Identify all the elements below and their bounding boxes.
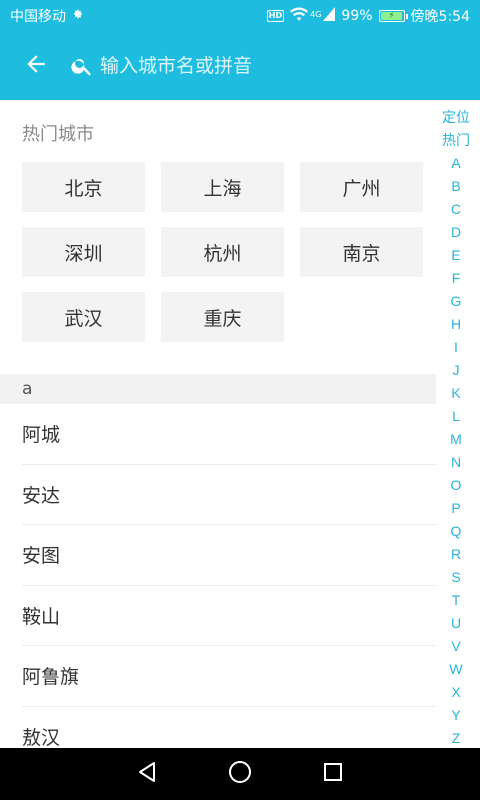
- signal-icon: [323, 7, 336, 25]
- city-list-item[interactable]: 鞍山: [22, 586, 436, 646]
- back-button[interactable]: [22, 52, 50, 80]
- index-item[interactable]: Q: [451, 520, 462, 543]
- section-header: a: [0, 374, 436, 404]
- index-item[interactable]: J: [453, 359, 460, 382]
- hot-city-button[interactable]: 武汉: [22, 292, 145, 342]
- battery-percent: 99%: [341, 8, 373, 24]
- index-item[interactable]: F: [452, 267, 461, 290]
- hot-cities-title: 热门城市: [22, 124, 94, 145]
- index-item[interactable]: R: [451, 543, 461, 566]
- index-item[interactable]: P: [451, 497, 460, 520]
- index-item[interactable]: W: [449, 658, 462, 681]
- index-item[interactable]: 热门: [442, 129, 470, 152]
- index-item[interactable]: L: [452, 405, 460, 428]
- index-item[interactable]: B: [451, 175, 460, 198]
- hd-badge: HD: [266, 10, 285, 22]
- network-type-label: 4G: [310, 10, 322, 19]
- index-item[interactable]: A: [451, 152, 460, 175]
- index-item[interactable]: 定位: [442, 106, 470, 129]
- index-item[interactable]: S: [451, 566, 460, 589]
- nav-back-button[interactable]: [127, 754, 167, 794]
- status-right: HD 4G 99% ⚡ 傍晚5:54: [266, 6, 470, 26]
- circle-home-icon: [228, 760, 252, 788]
- city-list-item[interactable]: 敖汉: [22, 707, 436, 748]
- city-list-item[interactable]: 安达: [22, 465, 436, 525]
- search-icon: [70, 54, 94, 78]
- status-bar: 中国移动 HD 4G 99% ⚡ 傍晚5:54: [0, 0, 480, 32]
- index-item[interactable]: E: [451, 244, 460, 267]
- arrow-left-icon: [23, 51, 49, 81]
- index-item[interactable]: K: [451, 382, 460, 405]
- index-item[interactable]: Y: [451, 704, 460, 727]
- triangle-back-icon: [136, 761, 158, 787]
- search-input[interactable]: [100, 55, 420, 77]
- hot-city-button[interactable]: 重庆: [161, 292, 284, 342]
- index-item[interactable]: D: [451, 221, 461, 244]
- index-item[interactable]: T: [452, 589, 461, 612]
- city-list: 阿城 安达 安图 鞍山 阿鲁旗 敖汉: [0, 404, 436, 748]
- index-item[interactable]: X: [451, 681, 460, 704]
- settings-gear-icon: [72, 8, 84, 24]
- index-item[interactable]: O: [451, 474, 462, 497]
- index-item[interactable]: G: [451, 290, 462, 313]
- hot-city-button[interactable]: 北京: [22, 162, 145, 212]
- hot-city-button[interactable]: 深圳: [22, 227, 145, 277]
- square-recents-icon: [323, 762, 343, 786]
- city-picker-content: 热门城市 北京 上海 广州 深圳 杭州 南京 武汉 重庆 a 阿城 安达 安图 …: [0, 100, 480, 748]
- clock: 傍晚5:54: [410, 9, 470, 25]
- hot-city-button[interactable]: 南京: [300, 227, 423, 277]
- index-item[interactable]: M: [450, 428, 462, 451]
- nav-recents-button[interactable]: [313, 754, 353, 794]
- battery-icon: ⚡: [378, 10, 408, 22]
- index-item[interactable]: I: [454, 336, 458, 359]
- city-list-item[interactable]: 阿鲁旗: [22, 646, 436, 707]
- index-item[interactable]: C: [451, 198, 461, 221]
- system-nav-bar: [0, 748, 480, 800]
- hot-city-button[interactable]: 上海: [161, 162, 284, 212]
- hot-cities-grid: 北京 上海 广州 深圳 杭州 南京 武汉 重庆: [22, 162, 424, 342]
- city-list-item[interactable]: 安图: [22, 525, 436, 586]
- status-left: 中国移动: [10, 6, 84, 26]
- index-item[interactable]: V: [451, 635, 460, 658]
- hot-city-button[interactable]: 广州: [300, 162, 423, 212]
- nav-home-button[interactable]: [220, 754, 260, 794]
- charging-bolt-icon: ⚡: [388, 10, 395, 21]
- app-bar: [0, 32, 480, 100]
- wifi-icon: [290, 7, 309, 25]
- index-item[interactable]: U: [451, 612, 461, 635]
- city-list-item[interactable]: 阿城: [22, 404, 436, 465]
- hot-city-button[interactable]: 杭州: [161, 227, 284, 277]
- index-item[interactable]: Z: [452, 727, 461, 750]
- index-item[interactable]: H: [451, 313, 461, 336]
- alphabet-index-bar[interactable]: 定位 热门 A B C D E F G H I J K L M N O P Q R S T U V W X Y Z: [432, 106, 480, 750]
- index-item[interactable]: N: [451, 451, 461, 474]
- carrier-label: 中国移动: [10, 9, 66, 25]
- search-bar[interactable]: [70, 46, 480, 86]
